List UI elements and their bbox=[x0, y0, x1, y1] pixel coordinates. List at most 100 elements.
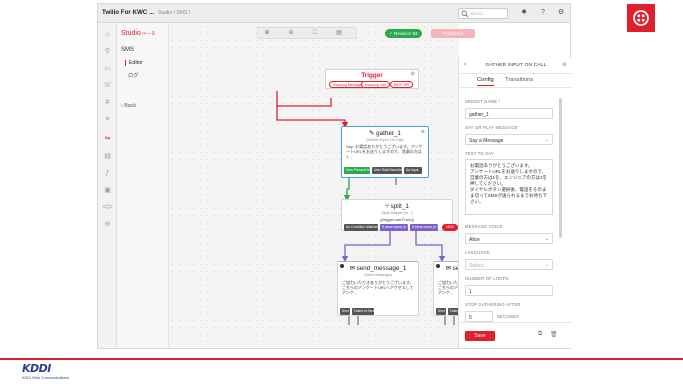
numbers-hash-icon[interactable]: # bbox=[102, 97, 113, 108]
list-icon[interactable]: ≡ bbox=[102, 114, 113, 125]
widget-name-field[interactable]: gather_1 bbox=[465, 108, 553, 119]
search-icon bbox=[461, 10, 469, 18]
gather-title: ✎ gather_1 bbox=[342, 130, 428, 137]
sidebar-item-editor[interactable]: Editor bbox=[125, 60, 143, 66]
panel-settings-icon[interactable]: ⚙ bbox=[562, 62, 566, 68]
chat-icon[interactable]: ▤ bbox=[102, 151, 113, 162]
duplicate-icon[interactable]: ⧉ bbox=[538, 331, 542, 338]
footer-brand: KDDI KDDI Web Communications bbox=[22, 362, 69, 380]
studio-heading: Studioベータ bbox=[121, 30, 155, 37]
studio-sidebar: Studioベータ SMS Editor ログ ‹ Back bbox=[117, 23, 169, 348]
send2-port-sent[interactable]: Sent bbox=[436, 308, 446, 315]
home-icon[interactable]: ⌂ bbox=[102, 29, 113, 40]
trigger-pill-incoming-call[interactable]: Incoming Call bbox=[361, 81, 390, 88]
more-icon[interactable]: ⊖ bbox=[102, 219, 113, 230]
help-icon[interactable]: ? bbox=[538, 8, 548, 18]
search-input[interactable]: Go to... bbox=[458, 8, 508, 19]
panel-back-chevron-icon[interactable]: ‹ bbox=[464, 61, 466, 68]
back-label: Back bbox=[124, 103, 137, 109]
trash-icon[interactable]: 🗑 bbox=[550, 331, 558, 338]
gather-subtitle: (Gather Input On Call) bbox=[366, 138, 404, 142]
split-port-value-2[interactable]: If value equal_to 2 bbox=[410, 224, 438, 231]
kddi-logo: KDDI bbox=[22, 362, 51, 375]
tab-config[interactable]: Config bbox=[477, 77, 494, 86]
widget-name-label: WIDGET NAME * bbox=[465, 99, 501, 104]
trigger-pill-incoming-message[interactable]: Incoming Message bbox=[329, 81, 366, 88]
console-top-bar: Twilio For KWC ... Studio / SMS / Go to.… bbox=[98, 4, 570, 23]
language-placeholder: Select... bbox=[469, 263, 488, 269]
gather-name: gather_1 bbox=[376, 130, 401, 137]
send1-name: send_message_1 bbox=[356, 265, 407, 272]
trigger-settings-icon[interactable]: ⚙ bbox=[411, 71, 415, 77]
gather-widget[interactable]: ✎ gather_1 (Gather Input On Call) Say: お… bbox=[341, 126, 429, 178]
chevron-down-icon: ⌄ bbox=[544, 137, 549, 143]
message-voice-select[interactable]: Alice ⌄ bbox=[465, 233, 553, 244]
split-to-send1-connector bbox=[341, 231, 391, 263]
gather-to-split-connector bbox=[343, 178, 351, 202]
split-widget[interactable]: ⑂ split_1 (Split Based On...) {{trigger.… bbox=[341, 199, 458, 231]
panel-tabs: Config Transitions bbox=[459, 74, 572, 88]
gather-port-speech[interactable]: User Said Something bbox=[372, 167, 402, 174]
search-placeholder: Go to... bbox=[471, 11, 486, 16]
send-message-1-widget[interactable]: ✉ send_message_1 (Send Message) ご協力いただきあ… bbox=[337, 261, 419, 316]
send-port-stubs bbox=[348, 316, 455, 325]
split-port-no-match[interactable]: No Condition Matches bbox=[344, 224, 378, 231]
gather-body: Say: お電話ありがとうございます。アンケートURLをお送りしますので、営業の… bbox=[346, 144, 423, 159]
split-to-send2-connector bbox=[415, 231, 446, 263]
split-subtitle: (Split Based On...) bbox=[381, 211, 413, 215]
split-new-button[interactable]: NEW bbox=[442, 224, 458, 231]
message-voice-value: Alice bbox=[469, 237, 480, 243]
panel-footer: Save ⧉ 🗑 bbox=[459, 322, 572, 348]
flow-name: SMS bbox=[121, 47, 135, 53]
split-name: split_1 bbox=[390, 203, 409, 210]
text-to-say-textarea[interactable]: お電話ありがとうございます。 アンケートURLをお送りしますので、営業の方は1を… bbox=[465, 159, 553, 215]
sms-icon[interactable]: ▭ bbox=[102, 63, 113, 74]
tab-transitions[interactable]: Transitions bbox=[505, 77, 533, 83]
functions-icon[interactable]: ƒ bbox=[102, 168, 113, 179]
phone-icon[interactable]: ☏ bbox=[102, 80, 113, 91]
panel-header: ‹ GATHER INPUT ON CALL ⚙ bbox=[459, 58, 572, 74]
widget-config-panel: ‹ GATHER INPUT ON CALL ⚙ Config Transiti… bbox=[458, 58, 572, 348]
text-to-say-label: TEXT TO SAY bbox=[465, 151, 494, 156]
gather-port-no-input[interactable]: No Input bbox=[404, 167, 422, 174]
gather-port-keys[interactable]: User Pressed Keys bbox=[344, 167, 370, 174]
gather-settings-icon[interactable]: ⊗ bbox=[421, 129, 425, 135]
trigger-widget[interactable]: Trigger ⚙ Incoming Message Incoming Call… bbox=[325, 69, 419, 89]
studio-icon[interactable]: ⇋ bbox=[102, 133, 113, 144]
trigger-pill-rest-api[interactable]: REST API bbox=[390, 81, 414, 88]
code-icon[interactable]: </> bbox=[102, 202, 113, 213]
say-play-value: Say a Message bbox=[469, 138, 504, 144]
settings-gear-icon[interactable]: ⚙ bbox=[556, 8, 566, 18]
stop-gathering-unit: SECONDS bbox=[497, 314, 520, 319]
loops-field[interactable]: 1 bbox=[465, 285, 553, 296]
panel-scrollbar[interactable] bbox=[559, 98, 562, 238]
send1-subtitle: (Send Message) bbox=[364, 273, 392, 277]
message-icon: ✉ bbox=[445, 265, 453, 272]
debugger-icon[interactable]: ✹ bbox=[519, 8, 529, 18]
save-button[interactable]: Save bbox=[465, 331, 495, 341]
stop-gathering-field[interactable]: 5 bbox=[465, 311, 493, 322]
brand-circle-icon bbox=[633, 10, 649, 26]
flow-canvas[interactable]: ⊕ ⊖ ⛶ ▤ ✓ Revision 93 Published Trigger … bbox=[169, 23, 515, 348]
send1-port-sent[interactable]: Sent bbox=[340, 308, 350, 315]
send1-port-failed[interactable]: Failed to Send bbox=[352, 308, 374, 315]
back-link[interactable]: ‹ Back bbox=[121, 103, 136, 109]
language-select[interactable]: Select... ⌄ bbox=[465, 259, 553, 270]
say-play-select[interactable]: Say a Message ⌄ bbox=[465, 134, 553, 145]
beta-tag: ベータ bbox=[141, 31, 156, 36]
sidebar-item-logs[interactable]: ログ bbox=[125, 71, 139, 79]
studio-title: Studio bbox=[121, 30, 141, 37]
split-port-value-1[interactable]: If value equal_to 1 bbox=[380, 224, 408, 231]
account-name[interactable]: Twilio For KWC ... bbox=[102, 9, 154, 16]
video-icon[interactable]: ▣ bbox=[102, 185, 113, 196]
link-icon[interactable]: ⚲ bbox=[102, 46, 113, 57]
message-voice-label: MESSAGE VOICE bbox=[465, 224, 503, 229]
breadcrumb[interactable]: Studio / SMS / bbox=[158, 10, 190, 16]
chevron-down-icon: ⌄ bbox=[544, 262, 549, 268]
send1-title: ✉ send_message_1 bbox=[338, 265, 418, 272]
chevron-down-icon: ⌄ bbox=[544, 236, 549, 242]
kddi-corner-logo bbox=[627, 4, 655, 32]
panel-title: GATHER INPUT ON CALL bbox=[485, 63, 547, 68]
say-play-label: SAY OR PLAY MESSAGE bbox=[465, 125, 518, 130]
split-body: {{trigger.call.From}} bbox=[379, 217, 415, 222]
